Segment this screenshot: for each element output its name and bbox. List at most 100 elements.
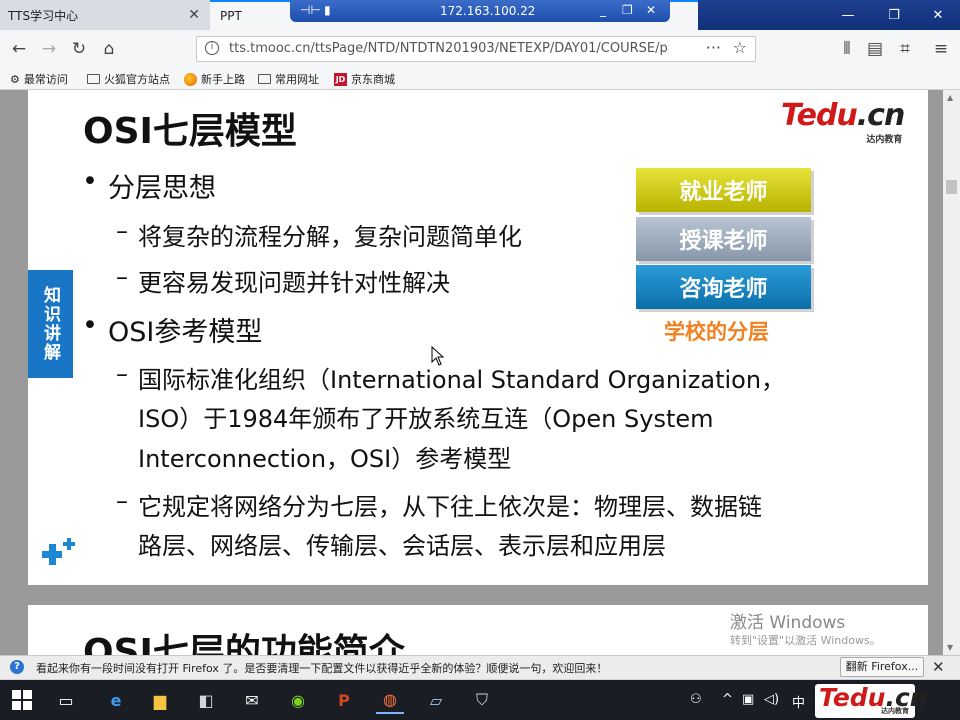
close-icon[interactable]: ✕ xyxy=(188,7,200,23)
page-actions-icon[interactable]: ··· xyxy=(706,38,721,57)
signal-icon: ▮ xyxy=(324,3,331,17)
mail-icon[interactable]: ✉ xyxy=(238,686,266,714)
sub-bullet: 将复杂的流程分解，复杂问题简单化 xyxy=(138,223,522,251)
logo-sub: 达内教育 xyxy=(866,135,903,145)
dash-glyph: – xyxy=(116,263,128,291)
bullet-layering: 分层思想 xyxy=(108,173,216,204)
refresh-firefox-button[interactable]: 翻新 Firefox... xyxy=(840,657,924,677)
info-icon[interactable]: i xyxy=(205,41,219,55)
sub-bullet-cont: 路层、网络层、传输层、会话层、表示层和应用层 xyxy=(138,532,666,560)
tedu-watermark-logo: Tedu.cn 达内教育 xyxy=(815,683,928,718)
logo-domain: .cn xyxy=(856,98,906,133)
vertical-scrollbar[interactable]: ▲ ▼ xyxy=(943,90,960,655)
firefox-icon xyxy=(184,72,197,86)
screen: TTS学习中心 ✕ PPT ⊣⊢ ▮ 172.163.100.22 _ ❐ ✕ … xyxy=(0,0,960,720)
forward-icon[interactable]: → xyxy=(38,38,60,60)
bullet-glyph: • xyxy=(82,310,98,341)
back-icon[interactable]: ← xyxy=(8,38,30,60)
activation-watermark: 激活 Windows xyxy=(730,613,846,633)
minimize-icon[interactable]: — xyxy=(826,0,870,30)
people-icon[interactable]: ⚇ xyxy=(690,692,702,707)
sub-bullet: 它规定将网络分为七层，从下往上依次是：物理层、数据链 xyxy=(138,493,762,521)
bookmark-label: 新手上路 xyxy=(201,73,245,86)
minimize-icon[interactable]: _ xyxy=(600,3,606,17)
firefox-icon[interactable]: ◍ xyxy=(376,686,404,714)
pin-icon[interactable]: ⊣⊢ xyxy=(300,3,321,17)
scroll-thumb[interactable] xyxy=(946,180,957,194)
chevron-up-icon[interactable]: ^ xyxy=(722,692,733,707)
menu-icon[interactable]: ≡ xyxy=(930,38,952,60)
ime-indicator[interactable]: 中 xyxy=(792,692,805,711)
logo-brand: Tedu xyxy=(781,98,858,133)
url-text[interactable]: tts.tmooc.cn/ttsPage/NTD/NTDTN201903/NET… xyxy=(229,41,669,56)
next-slide-title: OSI七层的功能简介 xyxy=(83,632,405,655)
activation-watermark-sub: 转到"设置"以激活 Windows。 xyxy=(730,634,881,647)
dash-glyph: – xyxy=(116,360,128,388)
network-icon[interactable]: ▣ xyxy=(742,692,754,707)
bookmark-label: 京东商城 xyxy=(351,73,395,86)
page-content[interactable]: OSI七层模型 Tedu.cn 达内教育 知识讲解 • 分层思想 – 将复杂的流… xyxy=(0,90,960,655)
bullet-osi-model: OSI参考模型 xyxy=(108,317,263,348)
reload-icon[interactable]: ↻ xyxy=(68,38,90,60)
sidebar-icon[interactable]: ▤ xyxy=(864,38,886,60)
plus-icon xyxy=(42,538,75,565)
side-tag: 知识讲解 xyxy=(28,270,73,378)
app-icon[interactable]: ◉ xyxy=(284,686,312,714)
dash-glyph: – xyxy=(116,217,128,245)
shield-icon[interactable]: ⛉ xyxy=(468,686,496,714)
url-bar[interactable]: i tts.tmooc.cn/ttsPage/NTD/NTDTN201903/N… xyxy=(196,36,756,62)
folder-icon xyxy=(258,74,271,84)
screenshot-icon[interactable]: ⌗ xyxy=(894,38,916,60)
close-icon[interactable]: ✕ xyxy=(646,3,656,17)
tedu-logo: Tedu.cn 达内教育 xyxy=(781,98,906,145)
volume-icon[interactable]: ◁) xyxy=(764,692,779,707)
bookmark-star-icon[interactable]: ☆ xyxy=(733,38,747,57)
sub-bullet-cont: Interconnection，OSI）参考模型 xyxy=(138,445,512,473)
bookmark-jd[interactable]: JD 京东商城 xyxy=(334,71,395,87)
slide-title: OSI七层模型 xyxy=(83,111,297,152)
scroll-down-icon[interactable]: ▼ xyxy=(947,643,953,652)
notification-bar: ? 看起来你有一段时间没有打开 Firefox 了。是否要清理一下配置文件以获得… xyxy=(0,655,960,679)
restore-icon[interactable]: ❐ xyxy=(872,0,916,30)
bookmark-label: 常用网址 xyxy=(275,73,319,86)
sub-bullet: 国际标准化组织（International Standard Organizat… xyxy=(138,366,786,394)
powerpoint-icon[interactable]: P xyxy=(330,686,358,714)
bookmark-getting-started[interactable]: 新手上路 xyxy=(184,71,245,87)
notepad-icon[interactable]: ▱ xyxy=(422,686,450,714)
dash-glyph: – xyxy=(116,487,128,515)
tab-strip: TTS学习中心 ✕ PPT ⊣⊢ ▮ 172.163.100.22 _ ❐ ✕ … xyxy=(0,0,960,30)
task-view-icon[interactable]: ▭ xyxy=(52,686,80,714)
ladder-caption: 学校的分层 xyxy=(664,320,769,344)
bookmark-label: 最常访问 xyxy=(23,73,68,86)
bookmark-label: 火狐官方站点 xyxy=(104,73,170,86)
library-icon[interactable]: ⫴ xyxy=(836,38,858,60)
scroll-up-icon[interactable]: ▲ xyxy=(947,93,953,102)
logo-sub: 达内教育 xyxy=(881,707,909,715)
edge-icon[interactable]: e xyxy=(102,686,130,714)
folder-icon xyxy=(87,74,100,84)
store-icon[interactable]: ◧ xyxy=(192,686,220,714)
notification-message: 看起来你有一段时间没有打开 Firefox 了。是否要清理一下配置文件以获得近乎… xyxy=(36,662,608,675)
home-icon[interactable]: ⌂ xyxy=(98,38,120,60)
mouse-cursor-icon xyxy=(431,346,445,366)
restore-icon[interactable]: ❐ xyxy=(622,3,633,17)
gear-icon: ⚙ xyxy=(10,72,20,86)
bookmarks-bar: ⚙ 最常访问 火狐官方站点 新手上路 常用网址 JD 京东商城 xyxy=(0,68,960,90)
file-explorer-icon[interactable]: ▆ xyxy=(146,686,174,714)
tab-tts[interactable]: TTS学习中心 ✕ xyxy=(0,0,210,30)
remote-ip: 172.163.100.22 xyxy=(440,4,536,18)
close-icon[interactable]: ✕ xyxy=(932,658,945,676)
bookmark-common[interactable]: 常用网址 xyxy=(258,71,319,87)
ladder-employment: 就业老师 xyxy=(636,168,811,212)
close-icon[interactable]: ✕ xyxy=(916,0,960,30)
windows-start-icon[interactable] xyxy=(12,690,32,710)
remote-desktop-bar: ⊣⊢ ▮ 172.163.100.22 _ ❐ ✕ xyxy=(290,0,670,22)
bookmark-firefox-site[interactable]: 火狐官方站点 xyxy=(87,71,170,87)
tab-label: PPT xyxy=(220,9,242,23)
nav-bar: ← → ↻ ⌂ i tts.tmooc.cn/ttsPage/NTD/NTDTN… xyxy=(0,30,960,68)
ladder-teaching: 授课老师 xyxy=(636,217,811,261)
logo-brand: Tedu xyxy=(819,683,886,712)
ladder-consulting: 咨询老师 xyxy=(636,265,811,309)
bookmark-most-visited[interactable]: ⚙ 最常访问 xyxy=(10,71,68,87)
jd-icon: JD xyxy=(334,72,347,86)
